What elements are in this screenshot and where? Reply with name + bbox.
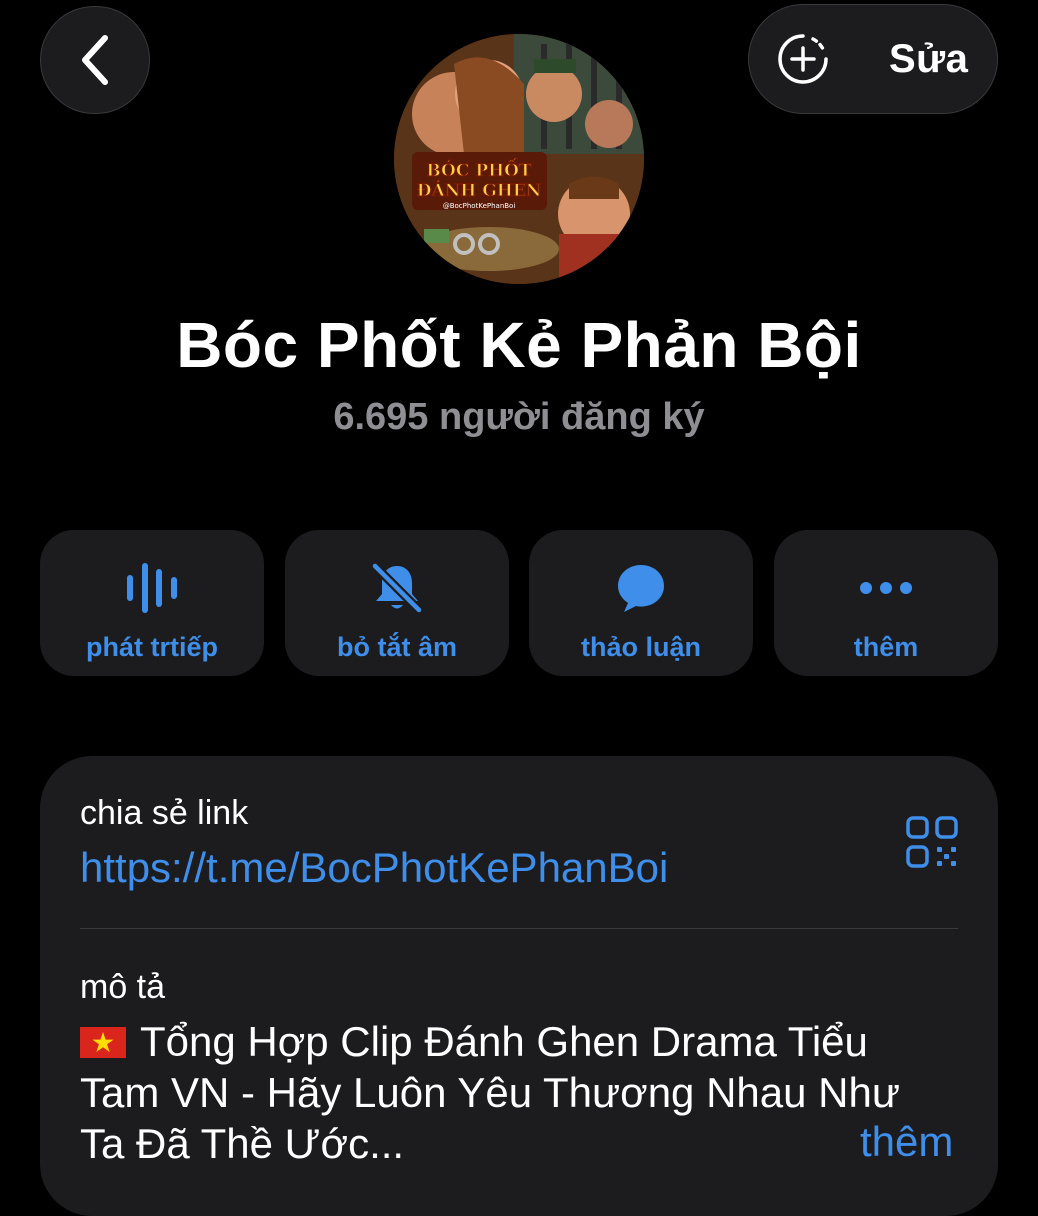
info-card: chia sẻ link https://t.me/BocPhotKePhanB… (40, 756, 998, 1216)
channel-avatar[interactable]: BÓC PHỐT ĐÁNH GHEN @BocPhotKePhanBoi (394, 34, 644, 284)
unmute-label: bỏ tắt âm (336, 632, 457, 662)
more-label: thêm (853, 632, 919, 662)
edit-button[interactable]: Sửa (889, 37, 968, 82)
qr-code-icon (906, 816, 958, 868)
share-link[interactable]: https://t.me/BocPhotKePhanBoi (80, 844, 668, 892)
live-stream-label: phát trtiếp (86, 632, 218, 662)
chat-bubble-icon (618, 565, 664, 612)
avatar-handle: @BocPhotKePhanBoi (443, 202, 516, 210)
add-story-icon (778, 34, 828, 84)
subscriber-count: 6.695 người đăng ký (333, 396, 705, 438)
avatar-artwork: BÓC PHỐT ĐÁNH GHEN @BocPhotKePhanBoi (394, 34, 644, 284)
back-button[interactable] (40, 6, 150, 114)
live-stream-button[interactable]: phát trtiếp (40, 530, 264, 676)
divider (80, 928, 958, 929)
description-more-link[interactable]: thêm (860, 1118, 953, 1166)
more-dots-icon (860, 582, 912, 594)
bell-muted-icon (370, 561, 424, 615)
qr-code-button[interactable] (904, 814, 960, 870)
unmute-button[interactable]: bỏ tắt âm (285, 530, 509, 676)
description-content: Tổng Hợp Clip Đánh Ghen Drama Tiểu Tam V… (80, 1018, 900, 1167)
add-story-button[interactable] (775, 31, 831, 87)
more-button[interactable]: thêm (774, 530, 998, 676)
discussion-button[interactable]: thảo luận (529, 530, 753, 676)
live-stream-icon (127, 563, 177, 613)
channel-name: Bóc Phốt Kẻ Phản Bội (176, 309, 862, 381)
avatar-title-line1: BÓC PHỐT (426, 158, 532, 181)
description-label: mô tả (80, 968, 166, 1006)
chevron-left-icon (82, 35, 108, 85)
avatar-title-line2: ĐÁNH GHEN (417, 180, 542, 201)
discussion-label: thảo luận (581, 632, 701, 662)
share-link-label: chia sẻ link (80, 794, 249, 832)
header-actions: Sửa (748, 4, 998, 114)
vietnam-flag-icon (80, 1027, 126, 1058)
description-text: Tổng Hợp Clip Đánh Ghen Drama Tiểu Tam V… (80, 1016, 930, 1169)
